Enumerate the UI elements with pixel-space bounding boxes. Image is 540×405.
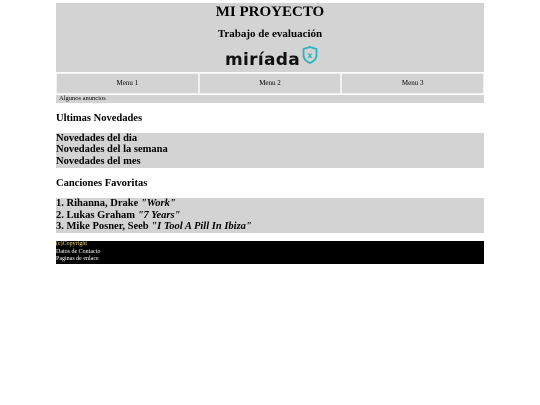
song-item: 1. Rihanna, Drake "Work" bbox=[56, 198, 484, 209]
logo-text: miríada bbox=[225, 50, 300, 70]
song-item: 3. Mike Posner, Seeb "I Tool A Pill In I… bbox=[56, 221, 484, 232]
footer: (c)Copyright Datos de Contacto Paginas d… bbox=[56, 241, 484, 265]
menu-item-2[interactable]: Menu 2 bbox=[198, 73, 342, 94]
ads-bar: Algunos anuncios bbox=[56, 95, 484, 103]
menu-item-1[interactable]: Menu 1 bbox=[56, 73, 199, 94]
song-artist: 2. Lukas Graham bbox=[56, 209, 138, 221]
header: MI PROYECTO Trabajo de evaluación miríad… bbox=[56, 3, 484, 72]
miriada-logo: miríada x bbox=[225, 46, 318, 72]
menu-item-3[interactable]: Menu 3 bbox=[341, 73, 485, 94]
song-title: "I Tool A Pill In Ibiza" bbox=[151, 221, 252, 233]
song-title: "7 Years" bbox=[137, 209, 181, 221]
page-title: MI PROYECTO bbox=[215, 4, 325, 20]
main-menu: Menu 1 Menu 2 Menu 3 bbox=[56, 73, 485, 94]
song-artist: 1. Rihanna, Drake bbox=[56, 198, 141, 210]
songs-list: 1. Rihanna, Drake "Work" 2. Lukas Graham… bbox=[56, 198, 484, 234]
songs-heading: Canciones Favoritas bbox=[56, 178, 148, 190]
song-title: "Work" bbox=[140, 198, 176, 210]
copyright-link[interactable]: (c)Copyright bbox=[56, 241, 484, 249]
news-item: Novedades del mes bbox=[56, 155, 141, 167]
song-artist: 3. Mike Posner, Seeb bbox=[56, 221, 152, 233]
contact-link[interactable]: Datos de Contacto bbox=[56, 249, 484, 257]
song-item: 2. Lukas Graham "7 Years" bbox=[56, 210, 484, 221]
logo-mark: x bbox=[307, 51, 313, 60]
news-item: Novedades del la semana bbox=[56, 144, 168, 156]
page-subtitle: Trabajo de evaluación bbox=[217, 28, 323, 40]
news-heading: Ultimas Novedades bbox=[56, 113, 143, 124]
news-list: Novedades del dia Novedades del la seman… bbox=[56, 133, 484, 169]
news-item: Novedades del dia bbox=[56, 133, 138, 144]
page: MI PROYECTO Trabajo de evaluación miríad… bbox=[56, 3, 485, 265]
links-page-link[interactable]: Paginas de enlace bbox=[56, 256, 484, 264]
shield-icon: x bbox=[302, 46, 318, 69]
